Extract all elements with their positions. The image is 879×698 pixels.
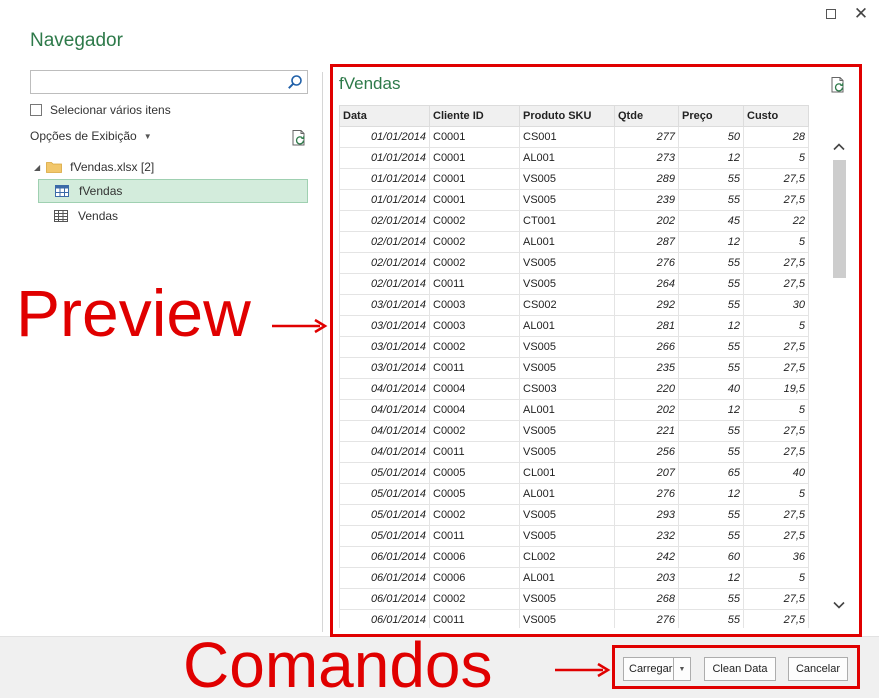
tree-item-label: fVendas [79, 184, 123, 198]
select-multiple-checkbox[interactable] [30, 104, 42, 116]
folder-icon [46, 162, 63, 173]
table-icon [55, 185, 69, 197]
select-multiple-label: Selecionar vários itens [50, 103, 171, 117]
caret-down-icon: ▼ [143, 131, 152, 141]
close-icon: ✕ [853, 4, 869, 23]
preview-annotation-box [330, 64, 862, 637]
navigator-dialog: ✕ Navegador Selecionar vários itens Opçõ… [0, 0, 879, 698]
search-icon[interactable] [287, 74, 303, 90]
commands-annotation-label: Comandos [183, 629, 493, 698]
display-options-dropdown[interactable]: Opções de Exibição ▼ [30, 129, 152, 143]
sheet-icon [54, 210, 68, 222]
tree-item-vendas[interactable]: Vendas [38, 204, 308, 228]
tree-item-fvendas[interactable]: fVendas [38, 179, 308, 203]
workbook-label: fVendas.xlsx [2] [70, 160, 155, 174]
preview-annotation-label: Preview [16, 276, 251, 350]
maximize-button[interactable] [820, 4, 842, 24]
refresh-icon[interactable] [290, 129, 308, 147]
display-options-label: Opções de Exibição [30, 129, 137, 143]
panel-divider[interactable] [322, 72, 323, 632]
search-box[interactable] [30, 70, 308, 94]
commands-annotation-box [612, 645, 860, 689]
maximize-icon [826, 9, 836, 19]
search-input[interactable] [31, 71, 281, 93]
tree-node-workbook[interactable]: ◢ fVendas.xlsx [2] [34, 158, 154, 176]
tree-item-label: Vendas [78, 209, 119, 223]
collapse-triangle-icon[interactable]: ◢ [34, 163, 40, 172]
select-multiple-row[interactable]: Selecionar vários itens [30, 103, 171, 117]
commands-arrow-icon [555, 662, 611, 678]
preview-arrow-icon [272, 318, 328, 334]
dialog-title: Navegador [30, 30, 123, 51]
close-button[interactable]: ✕ [850, 4, 872, 24]
